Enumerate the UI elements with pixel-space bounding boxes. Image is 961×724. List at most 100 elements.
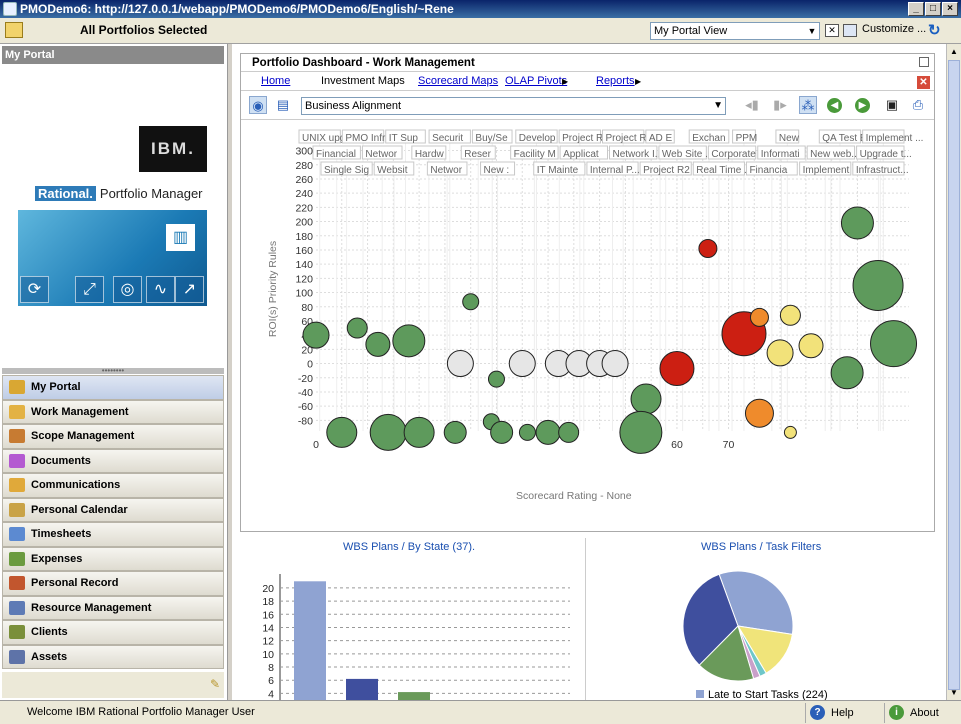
nav-item-home[interactable]: My Portal	[2, 375, 224, 400]
close-window-button[interactable]: ×	[942, 2, 958, 16]
top-toolbar: All Portfolios Selected My Portal View ▼…	[0, 18, 961, 44]
reports-submenu-arrow-icon: ▶	[635, 77, 642, 86]
menu-reports[interactable]: Reports	[596, 75, 635, 87]
money-icon	[9, 551, 25, 566]
refresh-icon[interactable]: ↻	[928, 21, 941, 39]
project-label: Networ	[430, 165, 462, 176]
nav-item-documents[interactable]: Documents	[2, 448, 224, 473]
resources-icon	[9, 600, 25, 615]
y-tick-label: 280	[295, 160, 313, 172]
bubble	[840, 206, 874, 240]
close-view-icon[interactable]: ✕	[825, 24, 839, 37]
project-label: Financial	[316, 149, 356, 160]
x-tick-label: 70	[723, 439, 735, 451]
chart-tile-icon: ▥	[166, 224, 195, 251]
nav-item-communications[interactable]: Communications	[2, 473, 224, 498]
menu-home-link[interactable]: Home	[261, 75, 290, 87]
close-panel-icon[interactable]: ✕	[917, 76, 930, 89]
scrollbar-thumb[interactable]	[948, 60, 960, 690]
maximize-button[interactable]: □	[925, 2, 941, 16]
window-title-bar: PMODemo6: http://127.0.0.1/webapp/PMODem…	[0, 0, 961, 18]
menu-investment-maps[interactable]: Investment Maps	[321, 75, 405, 87]
list-document-icon[interactable]: ▤	[274, 96, 292, 114]
bubble	[365, 331, 391, 357]
nav-item-label: Resource Management	[31, 601, 152, 614]
scroll-down-icon[interactable]: ▼	[949, 688, 959, 698]
project-label: IT Mainte	[537, 165, 579, 176]
olap-submenu-arrow-icon: ▶	[562, 77, 569, 86]
project-label: New web...	[810, 149, 859, 160]
wave-tile-icon: ∿	[146, 276, 175, 303]
wbs-by-state-title[interactable]: WBS Plans / By State (37).	[343, 541, 475, 553]
chevron-down-icon: ▼	[713, 100, 723, 111]
minimize-panel-icon[interactable]	[919, 57, 929, 67]
bubble	[698, 239, 718, 259]
portfolios-label: All Portfolios Selected	[80, 23, 208, 37]
nav-item-scope[interactable]: Scope Management	[2, 424, 224, 449]
scroll-up-icon[interactable]: ▲	[949, 47, 959, 57]
move-left-icon[interactable]: ◂▮	[743, 96, 761, 114]
edit-portfolio-icon[interactable]	[5, 22, 23, 38]
menu-olap-pivots[interactable]: OLAP Pivots	[505, 75, 567, 87]
home-icon	[9, 380, 25, 394]
nav-item-resources[interactable]: Resource Management	[2, 595, 224, 620]
project-label: Informati	[761, 149, 800, 160]
rational-badge: Rational.	[35, 186, 96, 201]
left-pane: My Portal IBM. Rational. Portfolio Manage…	[0, 44, 228, 700]
project-label: Web Site ...	[662, 149, 714, 160]
about-icon: i	[889, 705, 904, 720]
calendar-icon	[9, 502, 25, 517]
collapse-nav-icon[interactable]: ✎	[210, 677, 220, 691]
bar-y-tick-label: 20	[262, 583, 274, 595]
chart-grid	[316, 143, 909, 431]
bubble	[744, 398, 774, 428]
bar	[294, 581, 326, 700]
bubble	[462, 293, 480, 311]
project-label: Exchan	[692, 133, 725, 144]
next-icon[interactable]: ▶	[855, 98, 870, 113]
view-eye-icon[interactable]: ◉	[249, 96, 267, 114]
bubble	[446, 350, 474, 378]
y-tick-label: 160	[295, 245, 313, 257]
nav-item-record[interactable]: Personal Record	[2, 571, 224, 596]
wbs-pie-chart: Late to Start Tasks (224)	[682, 570, 828, 700]
welcome-message: Welcome IBM Rational Portfolio Manager U…	[27, 706, 255, 718]
bubble	[783, 425, 797, 439]
save-icon[interactable]: ▣	[883, 96, 901, 114]
nav-item-assets[interactable]: Assets	[2, 644, 224, 669]
legend-label: Late to Start Tasks (224)	[708, 689, 828, 700]
pane-splitter[interactable]: ••••••••	[2, 367, 224, 375]
menu-scorecard-maps[interactable]: Scorecard Maps	[418, 75, 498, 87]
main-navigation: My Portal Work Management Scope Management…	[2, 375, 224, 669]
customize-button[interactable]: Customize ...	[862, 23, 926, 35]
nav-item-clients[interactable]: Clients	[2, 620, 224, 645]
clients-icon	[9, 625, 25, 639]
project-label: Securit	[432, 133, 463, 144]
wbs-task-filters-title[interactable]: WBS Plans / Task Filters	[701, 541, 821, 553]
y-axis-label: ROI(s) Priority Rules	[267, 241, 279, 337]
nav-item-label: Documents	[31, 454, 91, 467]
bubble-chart-icon[interactable]: ⁂	[799, 96, 817, 114]
bubble	[558, 421, 580, 443]
help-button[interactable]: ? Help	[805, 703, 877, 723]
y-tick-label: 100	[295, 288, 313, 300]
nav-item-calendar[interactable]: Personal Calendar	[2, 497, 224, 522]
portal-view-select[interactable]: My Portal View ▼	[650, 22, 820, 40]
dashboard-toolbar: ◉ ▤ Business Alignment ▼ ◂▮ ▮▸ ⁂ ◀ ▶ ▣ ⎙	[241, 92, 934, 120]
view-type-select[interactable]: Business Alignment ▼	[301, 97, 726, 115]
bar	[398, 692, 430, 700]
vertical-scrollbar[interactable]: ▲ ▼	[946, 44, 961, 700]
previous-icon[interactable]: ◀	[827, 98, 842, 113]
print-icon[interactable]: ⎙	[909, 96, 927, 114]
window-layout-icon[interactable]	[843, 24, 857, 37]
nav-item-folder[interactable]: Work Management	[2, 399, 224, 424]
move-right-icon[interactable]: ▮▸	[771, 96, 789, 114]
project-label: Buy/Se	[475, 133, 508, 144]
nav-item-money[interactable]: Expenses	[2, 546, 224, 571]
y-tick-label: -40	[298, 387, 313, 399]
bubble	[779, 304, 801, 326]
about-button[interactable]: i About	[884, 703, 960, 723]
minimize-button[interactable]: _	[908, 2, 924, 16]
nav-item-clock[interactable]: Timesheets	[2, 522, 224, 547]
project-label: Corporate	[711, 149, 756, 160]
